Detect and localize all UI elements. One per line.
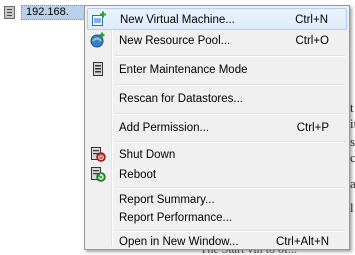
background-text-fragment: c (350, 150, 355, 165)
background-document: t it sc c a l (350, 0, 355, 253)
shutdown-icon (90, 146, 106, 162)
resource-pool-icon (90, 32, 106, 48)
host-context-menu: New Virtual Machine... Ctrl+N New Resour… (84, 5, 350, 250)
menu-item-add-permission[interactable]: Add Permission... Ctrl+P (87, 117, 347, 139)
menu-item-shortcut: Ctrl+O (295, 35, 329, 47)
menu-item-label: Add Permission... (119, 122, 210, 134)
menu-item-shortcut: Ctrl+P (296, 122, 329, 134)
menu-item-open-in-new-window[interactable]: Open in New Window... Ctrl+Alt+N (87, 231, 347, 253)
menu-item-label: New Resource Pool... (119, 35, 231, 47)
new-vm-icon (91, 11, 107, 27)
background-text-fragment: sc (350, 134, 355, 149)
menu-item-label: Rescan for Datastores... (119, 93, 243, 105)
menu-separator (115, 141, 345, 143)
menu-separator (115, 84, 345, 86)
menu-separator (115, 113, 345, 115)
menu-item-label: New Virtual Machine... (120, 14, 235, 26)
background-text-fragment: it (350, 116, 355, 131)
reboot-icon (90, 166, 106, 182)
menu-item-new-resource-pool[interactable]: New Resource Pool... Ctrl+O (87, 30, 347, 52)
menu-item-label: Enter Maintenance Mode (119, 64, 248, 76)
menu-item-label: Open in New Window... (119, 236, 239, 248)
menu-item-shortcut: Ctrl+N (295, 14, 328, 26)
background-text-fragment: l (350, 200, 354, 215)
menu-item-new-virtual-machine[interactable]: New Virtual Machine... Ctrl+N (87, 8, 347, 30)
menu-item-label: Report Performance... (119, 212, 233, 224)
menu-separator (115, 55, 345, 57)
menu-item-label: Reboot (119, 169, 157, 181)
inventory-tree-row[interactable]: 192.168. (0, 0, 101, 22)
menu-item-report-performance[interactable]: Report Performance... (87, 207, 347, 229)
background-text-fragment: a (350, 176, 355, 191)
menu-item-rescan-for-datastores[interactable]: Rescan for Datastores... (87, 88, 347, 110)
menu-item-reboot[interactable]: Reboot (87, 164, 347, 186)
menu-item-shortcut: Ctrl+Alt+N (275, 236, 329, 248)
maintenance-icon (90, 61, 106, 77)
host-server-icon (4, 6, 15, 19)
menu-item-shut-down[interactable]: Shut Down (87, 144, 347, 166)
menu-item-enter-maintenance-mode[interactable]: Enter Maintenance Mode (87, 59, 347, 81)
menu-item-label: Shut Down (119, 149, 176, 161)
background-text-fragment: t (350, 100, 354, 115)
